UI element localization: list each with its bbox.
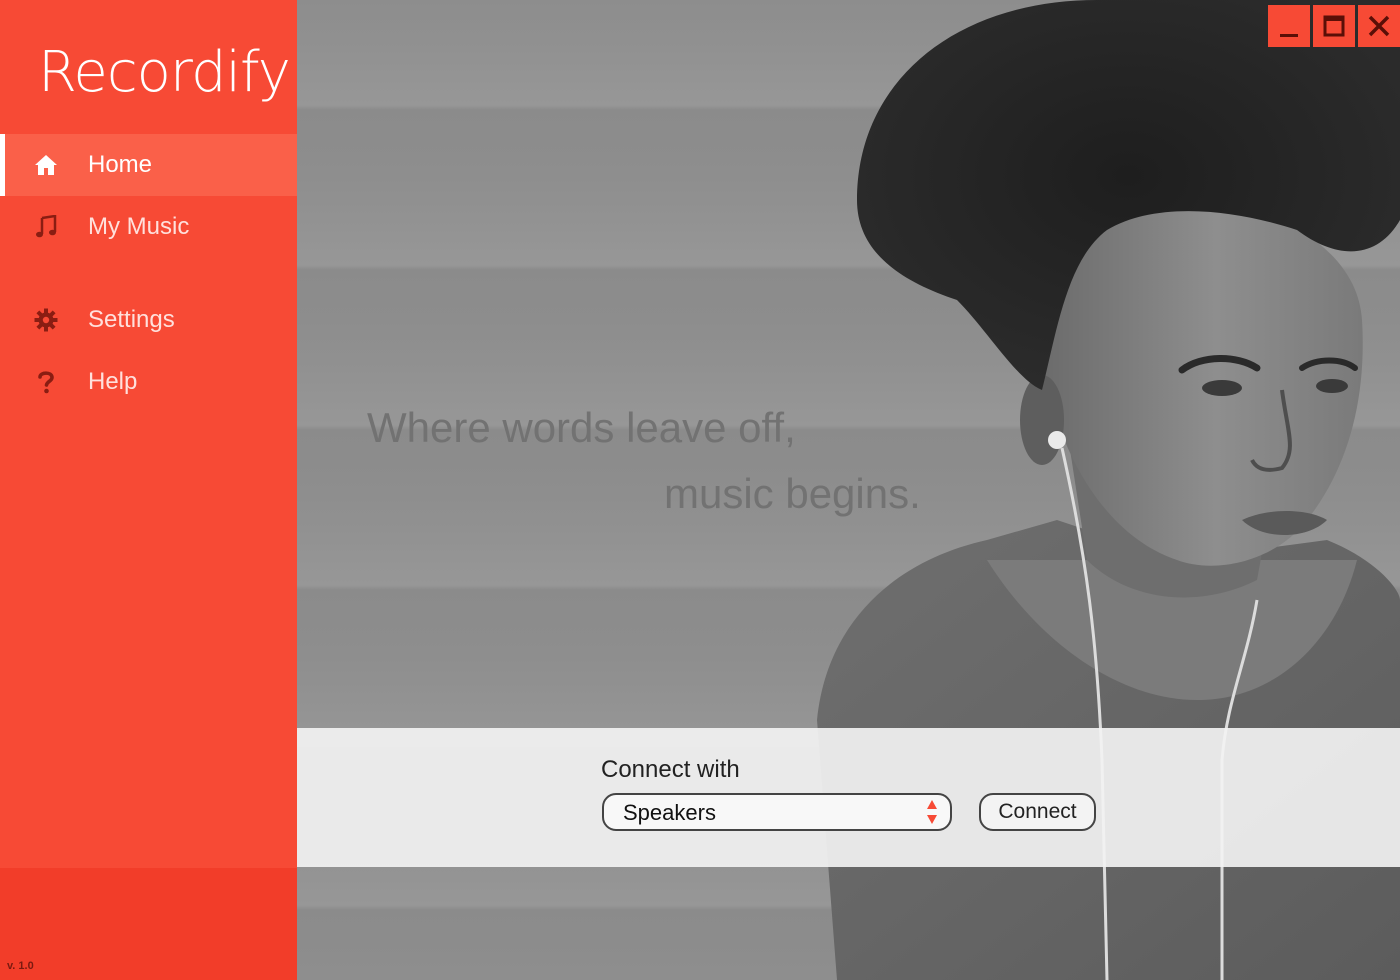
- connect-button[interactable]: Connect: [979, 793, 1096, 831]
- question-icon: [34, 370, 58, 394]
- sidebar-item-home[interactable]: Home: [0, 134, 297, 196]
- close-icon: [1368, 15, 1390, 37]
- sidebar-item-help[interactable]: Help: [0, 351, 297, 413]
- tagline-line-2: music begins.: [664, 470, 921, 517]
- up-down-arrows-icon: [927, 800, 937, 824]
- app-logo: Recordify: [38, 40, 291, 105]
- sidebar-item-label: Help: [88, 368, 138, 395]
- maximize-button[interactable]: [1313, 5, 1355, 47]
- connect-panel: Connect with Speakers Connect: [297, 728, 1400, 867]
- maximize-icon: [1323, 15, 1345, 37]
- sidebar-item-label: Home: [88, 151, 153, 178]
- window-controls: [1268, 5, 1400, 47]
- home-icon: [34, 153, 58, 177]
- music-note-icon: [34, 215, 58, 239]
- device-select[interactable]: Speakers: [602, 793, 952, 831]
- version-label: v. 1.0: [7, 960, 34, 972]
- device-select-value: Speakers: [623, 800, 716, 825]
- sidebar-footer: v. 1.0: [0, 868, 297, 980]
- connect-label: Connect with: [601, 756, 740, 783]
- tagline-line-1: Where words leave off,: [367, 404, 796, 451]
- minimize-button[interactable]: [1268, 5, 1310, 47]
- sidebar-item-label: Settings: [88, 306, 175, 333]
- gear-icon: [34, 308, 58, 332]
- sidebar-item-label: My Music: [88, 213, 190, 240]
- sidebar: Recordify Home My Music Settings Help v.…: [0, 0, 297, 980]
- minimize-icon: [1280, 34, 1298, 37]
- sidebar-item-my-music[interactable]: My Music: [0, 196, 297, 258]
- sidebar-item-settings[interactable]: Settings: [0, 289, 297, 351]
- close-button[interactable]: [1358, 5, 1400, 47]
